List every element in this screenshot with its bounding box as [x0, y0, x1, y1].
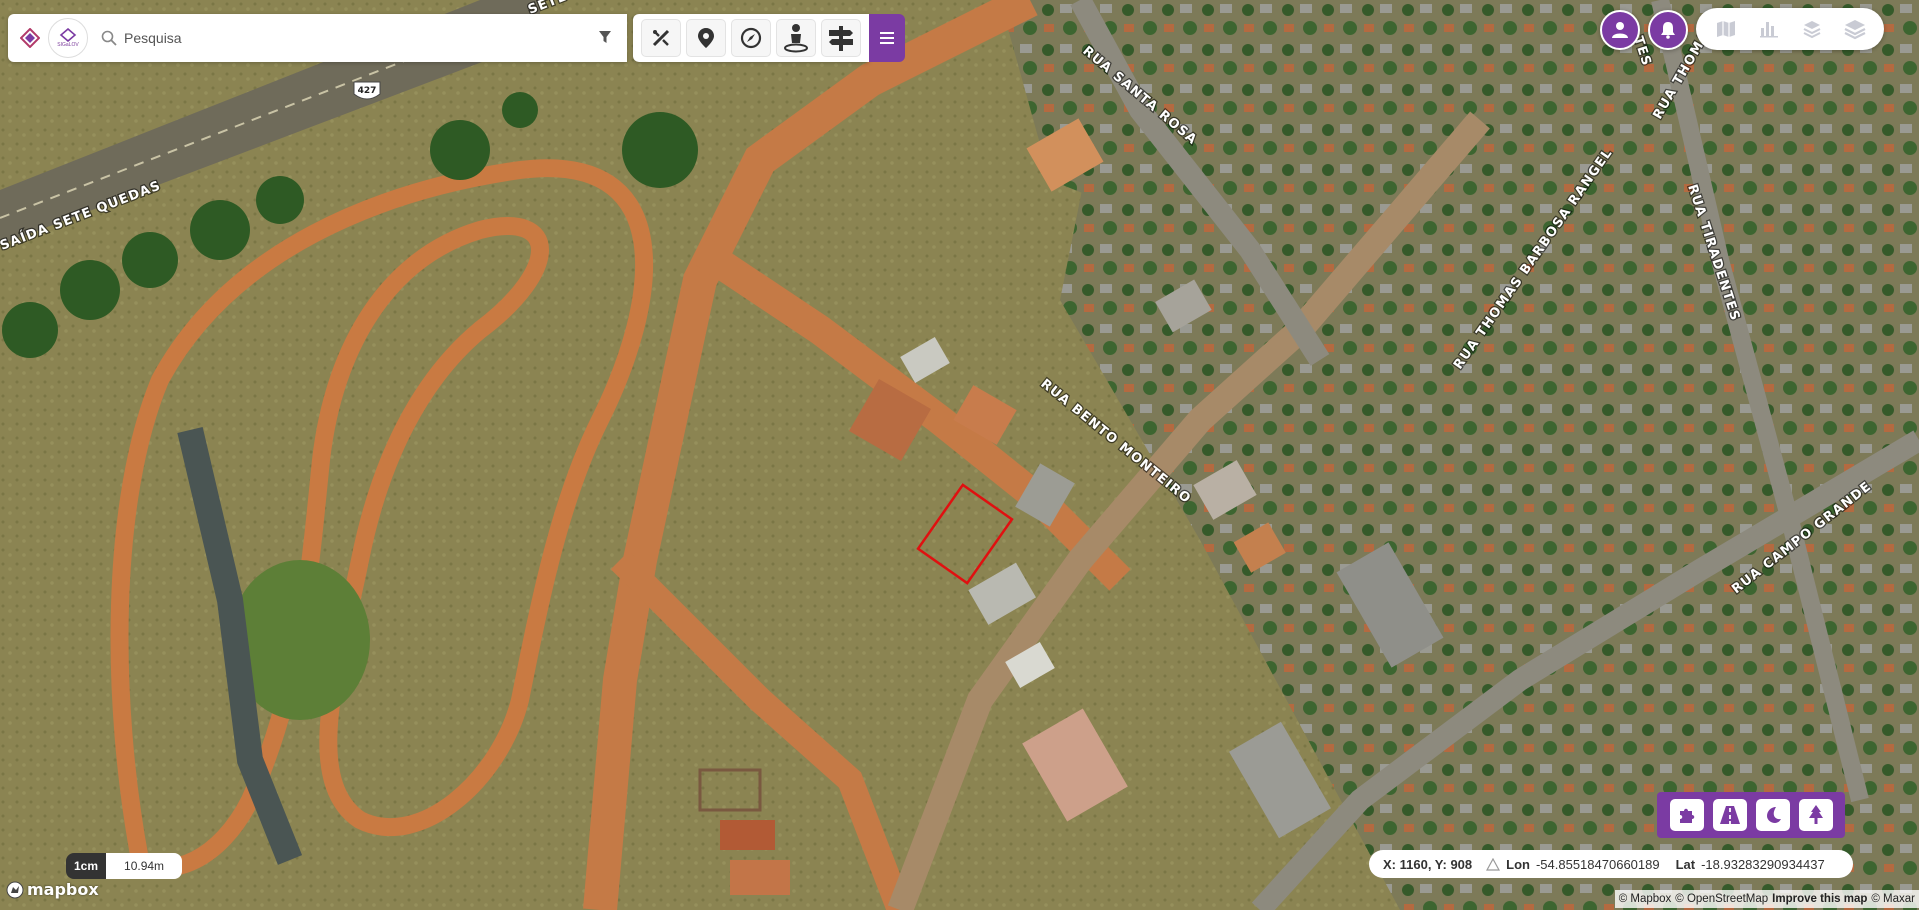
user-button[interactable]	[1600, 10, 1640, 50]
lat-label: Lat	[1675, 856, 1696, 872]
signpost-icon	[828, 26, 853, 51]
mapbox-logo-icon	[6, 881, 24, 898]
layers-icon	[1844, 20, 1865, 40]
vegetation-button[interactable]	[1798, 799, 1833, 831]
stack-layers-icon	[1803, 21, 1820, 39]
top-toolbar: SIGaLOV	[8, 14, 905, 62]
signpost-tool-button[interactable]	[820, 19, 861, 57]
sigalov-logo[interactable]: SIGaLOV	[48, 18, 88, 58]
mapbox-logo[interactable]: mapbox	[6, 880, 99, 899]
map-attribution: © Mapbox © OpenStreetMap Improve this ma…	[1614, 890, 1919, 908]
night-mode-button[interactable]	[1755, 799, 1790, 831]
attribution-osm-link[interactable]: © OpenStreetMap	[1675, 893, 1768, 905]
main-menu-button[interactable]	[868, 14, 905, 62]
scale-unit: 1cm	[66, 853, 107, 879]
logo-mark-icon	[59, 28, 77, 42]
road-icon	[1719, 806, 1740, 824]
tree-icon	[1808, 805, 1823, 824]
road-button[interactable]	[1712, 799, 1747, 831]
pixel-coordinates: X: 1160, Y: 908	[1383, 856, 1473, 872]
pin-tool-button[interactable]	[685, 19, 726, 57]
satellite-map[interactable]: SAÍDA SETE QUEDAS SETE RUA SANTA ROSA RU…	[0, 0, 1919, 910]
layers-button[interactable]	[1840, 14, 1870, 44]
map-layer-button[interactable]	[1711, 14, 1741, 44]
notifications-button[interactable]	[1648, 10, 1688, 50]
lat-value: -18.93283290934437	[1701, 856, 1825, 872]
svg-text:427: 427	[358, 86, 377, 96]
warning-triangle-icon	[1486, 857, 1501, 871]
plugin-button[interactable]	[1669, 799, 1704, 831]
filter-icon[interactable]	[597, 29, 613, 45]
map-scale: 1cm 10.94m	[66, 853, 183, 879]
person-pin-icon	[783, 24, 808, 53]
search-box: SIGaLOV	[8, 14, 627, 62]
compass-icon	[740, 27, 761, 49]
search-input[interactable]	[124, 30, 594, 46]
statistics-layer-button[interactable]	[1754, 14, 1784, 44]
user-icon	[1612, 22, 1628, 38]
map-style-tools	[1657, 792, 1845, 838]
street-view-tool-button[interactable]	[775, 19, 816, 57]
measure-tool-button[interactable]	[640, 19, 681, 57]
puzzle-piece-icon	[1679, 808, 1694, 823]
map-icon	[1716, 21, 1735, 37]
measure-ruler-icon	[652, 29, 669, 47]
attribution-mapbox-link[interactable]: © Mapbox	[1619, 893, 1672, 905]
improve-map-link[interactable]: Improve this map	[1772, 893, 1867, 905]
scale-value: 10.94m	[106, 853, 183, 879]
compass-tool-button[interactable]	[730, 19, 771, 57]
app-logo-icon[interactable]	[20, 28, 40, 48]
moon-icon	[1766, 807, 1781, 823]
hamburger-menu-icon	[879, 32, 894, 44]
stack-layer-button[interactable]	[1797, 14, 1827, 44]
logo-text: SIGaLOV	[57, 42, 79, 48]
map-pin-icon	[697, 28, 714, 48]
bar-chart-icon	[1759, 22, 1778, 38]
highway-shield-427: 427	[353, 81, 381, 100]
attribution-maxar-link[interactable]: © Maxar	[1871, 893, 1915, 905]
map-tools-group	[632, 14, 869, 62]
mapbox-logo-text: mapbox	[27, 880, 99, 899]
lon-value: -54.85518470660189	[1535, 856, 1660, 872]
layer-switcher	[1696, 8, 1884, 50]
lon-label: Lon	[1506, 856, 1530, 872]
map-canvas[interactable]: SAÍDA SETE QUEDAS SETE RUA SANTA ROSA RU…	[0, 0, 1919, 910]
search-icon	[101, 30, 117, 46]
coordinates-readout: X: 1160, Y: 908 Lon -54.85518470660189 L…	[1369, 850, 1853, 878]
bell-icon	[1661, 22, 1675, 39]
